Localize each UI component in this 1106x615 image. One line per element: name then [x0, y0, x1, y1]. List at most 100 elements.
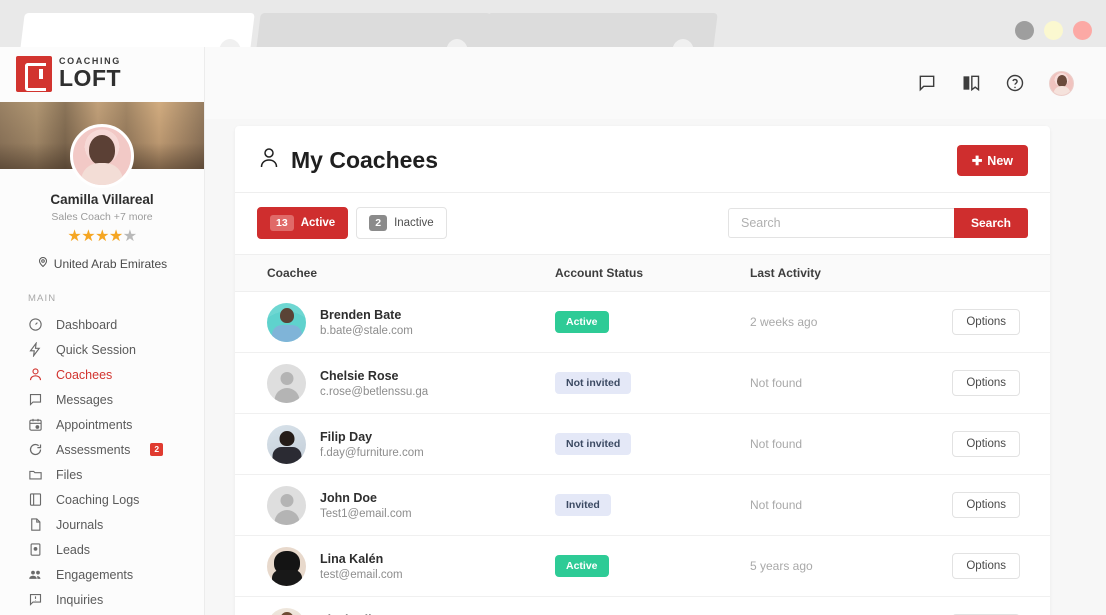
sidebar-section-label: MAIN [28, 293, 57, 304]
sidebar-item-engagements[interactable]: Engagements [0, 562, 204, 587]
window-controls [1015, 21, 1092, 40]
coachee-email: Test1@email.com [320, 507, 412, 520]
coachee-name: John Doe [320, 490, 377, 505]
cell-coachee: Lina Kalén test@email.com [235, 535, 555, 597]
coachee-email: test@email.com [320, 568, 403, 581]
new-button[interactable]: ✚ New [956, 145, 1028, 176]
refresh-icon [27, 442, 43, 458]
sidebar-item-appointments[interactable]: Appointments [0, 412, 204, 437]
app-root: × × × COACHING LOFT Camilla Villareal Sa… [0, 0, 1106, 615]
coachee-identity: John Doe Test1@email.com [320, 491, 412, 520]
sidebar-item-label: Leads [56, 542, 91, 557]
filter-inactive-label: Inactive [394, 217, 434, 229]
calendar-icon [27, 417, 43, 433]
chat-alert-icon [27, 592, 43, 608]
sidebar-item-journals[interactable]: Journals [0, 512, 204, 537]
profile-avatar[interactable] [70, 124, 134, 188]
sidebar-item-label: Dashboard [56, 317, 118, 332]
cell-coachee: John Doe Test1@email.com [235, 474, 555, 536]
search-group: Search [728, 208, 1028, 238]
document-icon [27, 517, 43, 533]
table-row[interactable]: Brenden Bate b.bate@stale.com Active 2 w… [235, 291, 1050, 353]
filter-active[interactable]: 13 Active [257, 207, 349, 239]
app-logo[interactable]: COACHING LOFT [0, 47, 204, 100]
sidebar-item-label: Coaching Logs [56, 492, 140, 507]
profile-location-label: United Arab Emirates [53, 256, 168, 271]
sidebar-item-quick-session[interactable]: Quick Session [0, 337, 204, 362]
cell-last-activity: 2 weeks ago [750, 291, 920, 353]
bolt-icon [27, 342, 43, 358]
topbar [205, 47, 1106, 119]
filter-active-count: 13 [270, 215, 294, 231]
options-button[interactable]: Options [952, 309, 1020, 335]
coachee-name: Chelsie Rose [320, 368, 399, 383]
options-button[interactable]: Options [952, 431, 1020, 457]
status-badge: Not invited [555, 433, 632, 455]
profile-cover-image [0, 102, 204, 188]
sidebar-nav: Dashboard Quick Session Coachees Message… [0, 312, 204, 612]
cell-last-activity: 5 years ago [750, 535, 920, 597]
coachee-avatar [267, 607, 306, 615]
chat-icon[interactable] [917, 73, 937, 93]
sidebar-item-files[interactable]: Files [0, 462, 204, 487]
sidebar-item-label: Appointments [56, 417, 133, 432]
cell-status: Not invited [555, 413, 750, 475]
window-minimize-dot[interactable] [1015, 21, 1034, 40]
new-button-label: New [987, 153, 1013, 168]
chat-icon [27, 392, 43, 408]
filter-inactive[interactable]: 2 Inactive [356, 207, 447, 239]
column-header-last-activity: Last Activity [750, 254, 920, 292]
gauge-icon [27, 317, 43, 333]
sidebar-item-coaching-logs[interactable]: Coaching Logs [0, 487, 204, 512]
sidebar-item-coachees[interactable]: Coachees [0, 362, 204, 387]
cell-options: Options [920, 596, 1050, 615]
main-canvas: My Coachees ✚ New 13 Active 2 Inactive S… [205, 119, 1106, 615]
sidebar-item-leads[interactable]: Leads [0, 537, 204, 562]
window-maximize-dot[interactable] [1044, 21, 1063, 40]
table-header-row: Coachee Account Status Last Activity [235, 254, 1050, 292]
status-badge: Active [555, 311, 609, 333]
status-filter-group: 13 Active 2 Inactive [257, 207, 447, 239]
search-input[interactable] [728, 208, 954, 238]
cell-status: Active [555, 291, 750, 353]
cell-options: Options [920, 352, 1050, 414]
sidebar-item-label: Messages [56, 392, 113, 407]
coaching-loft-logo-icon [16, 55, 52, 92]
options-button[interactable]: Options [952, 553, 1020, 579]
search-button[interactable]: Search [953, 208, 1028, 238]
sidebar-item-dashboard[interactable]: Dashboard [0, 312, 204, 337]
logo-text-bottom: LOFT [59, 65, 122, 91]
window-close-dot[interactable] [1073, 21, 1092, 40]
filter-active-label: Active [300, 217, 336, 229]
status-badge: Active [555, 555, 609, 577]
book-flag-icon[interactable] [961, 73, 981, 93]
folder-icon [27, 467, 43, 483]
table-row[interactable]: Lina Kalén test@email.com Active 5 years… [235, 535, 1050, 597]
cell-last-activity: Not found [750, 474, 920, 536]
sidebar-item-inquiries[interactable]: Inquiries [0, 587, 204, 612]
coachees-table: Coachee Account Status Last Activity Bre… [235, 254, 1050, 615]
sidebar-item-messages[interactable]: Messages [0, 387, 204, 412]
plus-icon: ✚ [971, 154, 983, 168]
help-icon[interactable] [1005, 73, 1025, 93]
sidebar: COACHING LOFT Camilla Villareal Sales Co… [0, 47, 205, 615]
table-row[interactable]: Liyah Allman allman.liyah@emirates.com N… [235, 596, 1050, 615]
options-button[interactable]: Options [952, 492, 1020, 518]
table-row[interactable]: Chelsie Rose c.rose@betlenssu.ga Not inv… [235, 352, 1050, 414]
location-pin-icon [37, 256, 49, 271]
sidebar-item-label: Journals [56, 517, 104, 532]
filter-bar: 13 Active 2 Inactive Search [235, 193, 1050, 254]
column-header-coachee: Coachee [235, 254, 555, 292]
coachee-identity: Brenden Bate b.bate@stale.com [320, 308, 413, 337]
avatar[interactable] [1049, 70, 1074, 96]
cell-options: Options [920, 535, 1050, 597]
coachee-identity: Chelsie Rose c.rose@betlenssu.ga [320, 369, 428, 398]
table-row[interactable]: Filip Day f.day@furniture.com Not invite… [235, 413, 1050, 475]
cell-coachee: Chelsie Rose c.rose@betlenssu.ga [235, 352, 555, 414]
coachee-identity: Lina Kalén test@email.com [320, 552, 403, 581]
cell-last-activity: Not found [750, 413, 920, 475]
table-row[interactable]: John Doe Test1@email.com Invited Not fou… [235, 474, 1050, 536]
sidebar-item-assessments[interactable]: Assessments 2 [0, 437, 204, 462]
options-button[interactable]: Options [952, 370, 1020, 396]
sidebar-item-label: Inquiries [56, 592, 104, 607]
